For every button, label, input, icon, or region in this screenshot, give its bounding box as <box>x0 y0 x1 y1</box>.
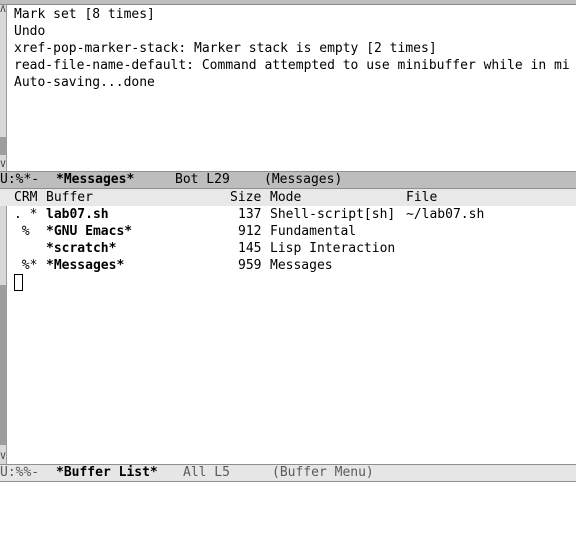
row-crm-flags: . * <box>14 207 38 222</box>
message-line-1: Mark set [8 times] <box>14 7 155 22</box>
row-mode: Lisp Interaction <box>270 241 396 256</box>
row-crm-flags: % <box>14 224 30 239</box>
scroll-down-arrow-icon[interactable]: V <box>0 160 6 170</box>
row-buffer-name[interactable]: *GNU Emacs* <box>46 223 132 240</box>
modeline-buffer-name[interactable]: *Messages* <box>56 172 134 188</box>
message-line-5: Auto-saving...done <box>14 75 155 90</box>
modeline-position: Bot L29 <box>175 172 230 187</box>
buffer-list-scroll-thumb[interactable] <box>0 285 6 445</box>
modeline-status: U:%*- <box>0 172 40 187</box>
messages-scroll-thumb[interactable] <box>0 137 6 155</box>
text-cursor[interactable] <box>14 274 23 291</box>
row-buffer-name[interactable]: lab07.sh <box>46 206 109 223</box>
row-crm-flags: %* <box>14 258 38 273</box>
row-file: ~/lab07.sh <box>406 207 485 222</box>
scroll-up-arrow-icon[interactable]: Λ <box>0 5 6 15</box>
table-row[interactable]: . * lab07.sh 137 Shell-script[sh] ~/lab0… <box>0 206 576 223</box>
row-size: 145 <box>238 241 262 256</box>
frame-top-edge <box>0 0 576 5</box>
row-buffer-name[interactable]: *Messages* <box>46 257 124 274</box>
row-buffer-name[interactable]: *scratch* <box>46 240 116 257</box>
modeline-mode[interactable]: (Buffer Menu) <box>272 465 374 481</box>
row-size: 137 <box>238 207 262 222</box>
message-line-3: xref-pop-marker-stack: Marker stack is e… <box>14 41 437 56</box>
modeline-status: U:%%- <box>0 465 40 480</box>
scroll-down-arrow-icon[interactable]: V <box>0 452 6 462</box>
modeline-buffer-name[interactable]: *Buffer List* <box>56 465 158 481</box>
table-row[interactable]: *scratch* 145 Lisp Interaction <box>0 240 576 257</box>
minibuffer[interactable] <box>0 482 576 487</box>
row-size: 912 <box>238 224 262 239</box>
column-header-mode[interactable]: Mode <box>270 189 301 206</box>
modeline-mode[interactable]: (Messages) <box>264 172 342 188</box>
column-header-crm: CRM <box>14 190 38 205</box>
modeline-position: All L5 <box>183 465 230 480</box>
row-size: 959 <box>238 258 262 273</box>
message-line-2: Undo <box>14 24 46 39</box>
column-header-buffer[interactable]: Buffer <box>46 189 93 206</box>
column-header-size[interactable]: Size <box>230 189 261 206</box>
message-line-4: read-file-name-default: Command attempte… <box>14 58 570 73</box>
table-row[interactable]: %* *Messages* 959 Messages <box>0 257 576 274</box>
row-mode: Shell-script[sh] <box>270 207 396 222</box>
buffer-list-header: CRM Buffer Size Mode File <box>0 189 576 206</box>
column-header-file[interactable]: File <box>406 189 437 206</box>
messages-modeline[interactable]: U:%*- *Messages* Bot L29 (Messages) <box>0 171 576 189</box>
row-mode: Fundamental <box>270 224 357 239</box>
messages-scrollbar[interactable]: Λ V <box>0 5 7 172</box>
table-row[interactable]: % *GNU Emacs* 912 Fundamental <box>0 223 576 240</box>
buffer-list-modeline[interactable]: U:%%- *Buffer List* All L5 (Buffer Menu) <box>0 464 576 482</box>
row-mode: Messages <box>270 258 333 273</box>
